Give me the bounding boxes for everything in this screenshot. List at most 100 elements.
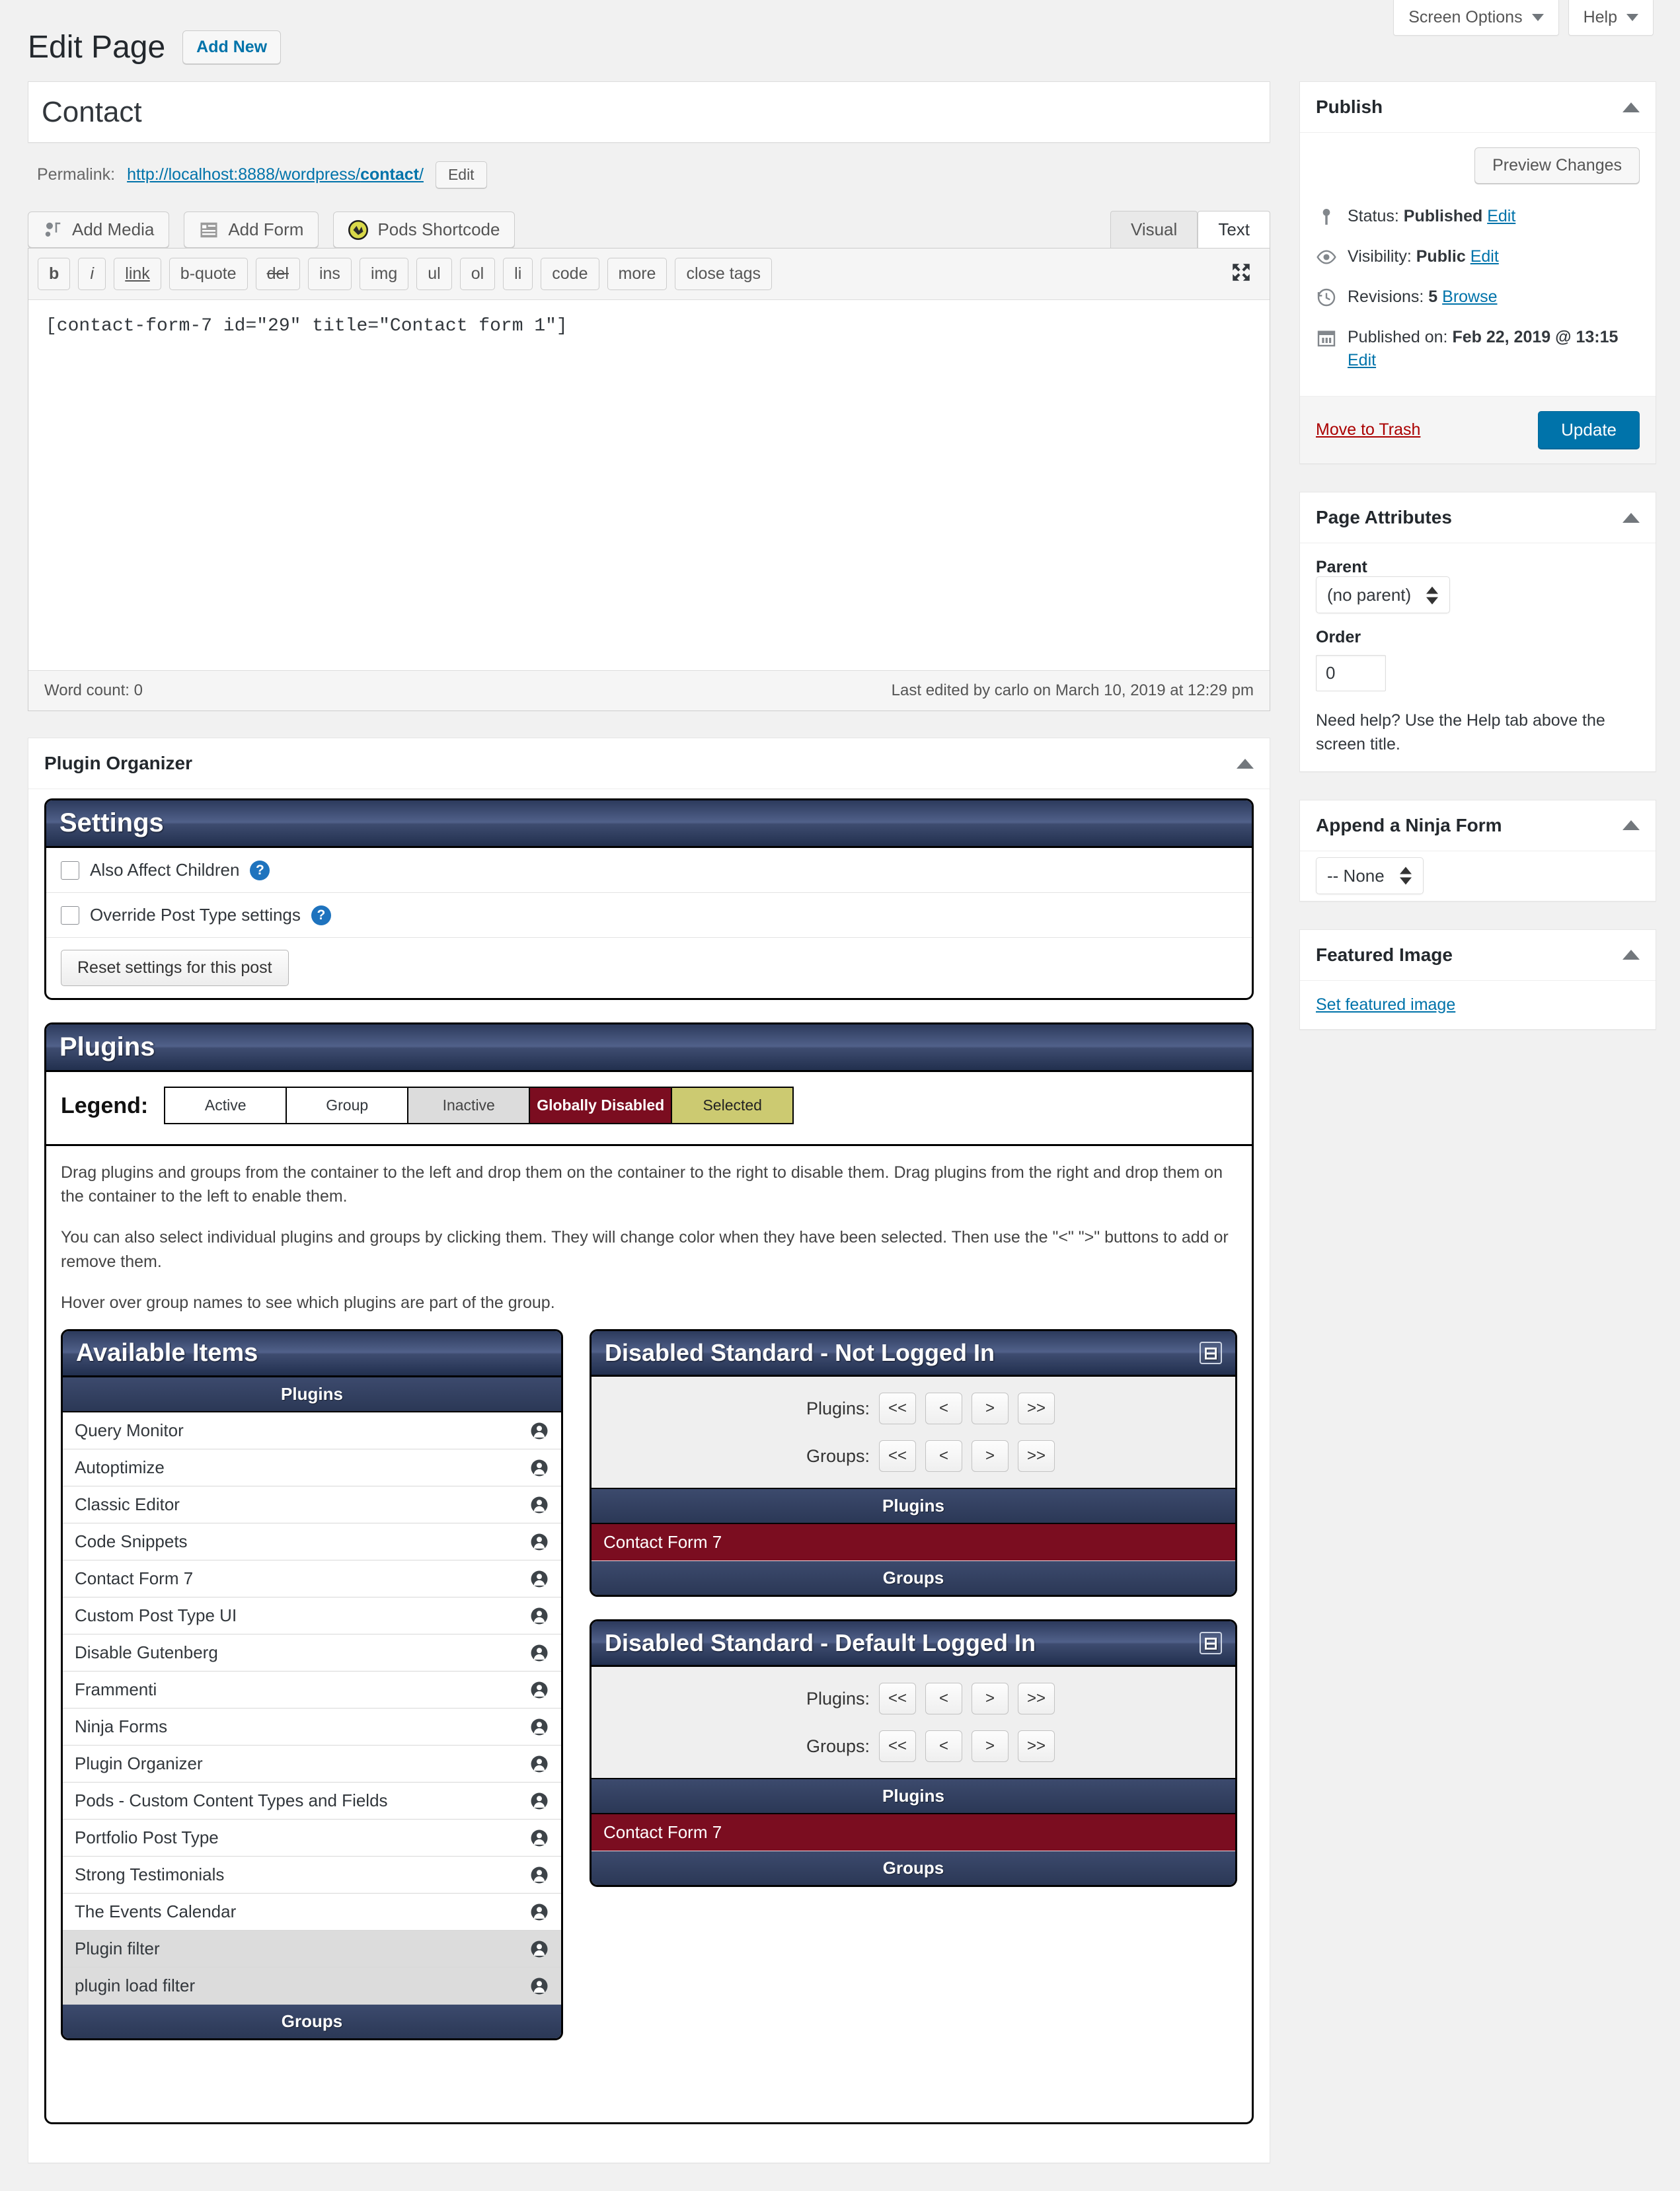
- chevron-up-icon[interactable]: [1623, 950, 1640, 960]
- chevron-up-icon[interactable]: [1237, 758, 1254, 769]
- chevron-up-icon[interactable]: [1623, 512, 1640, 523]
- pin-icon: [1322, 209, 1330, 225]
- order-input[interactable]: 0: [1316, 655, 1386, 691]
- parent-select[interactable]: (no parent): [1316, 576, 1451, 613]
- update-button[interactable]: Update: [1538, 411, 1640, 449]
- quicktag-li[interactable]: li: [503, 258, 533, 290]
- move-plugins-last-button[interactable]: >>: [1018, 1393, 1055, 1424]
- list-item[interactable]: Contact Form 7: [592, 1524, 1235, 1561]
- screen-options-button[interactable]: Screen Options: [1393, 0, 1559, 36]
- help-icon[interactable]: ?: [250, 860, 270, 880]
- list-item[interactable]: Ninja Forms: [63, 1709, 561, 1746]
- tab-visual[interactable]: Visual: [1110, 211, 1198, 248]
- visibility-edit-link[interactable]: Edit: [1470, 247, 1499, 266]
- user-icon: [531, 1903, 548, 1920]
- quicktag-code[interactable]: code: [541, 258, 599, 290]
- list-item[interactable]: Classic Editor: [63, 1486, 561, 1523]
- list-item[interactable]: Query Monitor: [63, 1412, 561, 1449]
- help-button[interactable]: Help: [1568, 0, 1654, 36]
- page-attributes-header[interactable]: Page Attributes: [1300, 492, 1656, 543]
- move-plugins-next-button[interactable]: >: [972, 1393, 1009, 1424]
- move-to-trash-link[interactable]: Move to Trash: [1316, 420, 1420, 440]
- po-override-post-type-row[interactable]: Override Post Type settings ?: [46, 893, 1252, 938]
- quicktag-ul[interactable]: ul: [416, 258, 452, 290]
- move-plugins-first-button[interactable]: <<: [879, 1393, 916, 1424]
- quicktag-del[interactable]: del: [255, 258, 300, 290]
- move-groups-prev-button[interactable]: <: [925, 1440, 962, 1472]
- add-new-button[interactable]: Add New: [182, 30, 282, 64]
- quicktag-i[interactable]: i: [78, 258, 106, 290]
- move-groups-first-button[interactable]: <<: [879, 1440, 916, 1472]
- chevron-up-icon[interactable]: [1623, 102, 1640, 112]
- list-item[interactable]: Plugin filter: [63, 1931, 561, 1968]
- list-item[interactable]: Pods - Custom Content Types and Fields: [63, 1783, 561, 1820]
- quicktag-ol[interactable]: ol: [459, 258, 496, 290]
- fullscreen-icon[interactable]: [1230, 261, 1252, 287]
- ninja-form-header[interactable]: Append a Ninja Form: [1300, 800, 1656, 851]
- list-item[interactable]: Portfolio Post Type: [63, 1820, 561, 1857]
- tab-text[interactable]: Text: [1198, 211, 1270, 248]
- list-item[interactable]: Contact Form 7: [592, 1814, 1235, 1851]
- media-buttons: Add Media Add Form Pods Shortcode: [28, 211, 515, 248]
- move-groups-prev-button[interactable]: <: [925, 1730, 962, 1762]
- collapse-icon[interactable]: ⊟: [1200, 1342, 1222, 1364]
- preview-changes-button[interactable]: Preview Changes: [1474, 147, 1640, 184]
- editor-content-textarea[interactable]: [contact-form-7 id="29" title="Contact f…: [28, 300, 1270, 670]
- permalink-link[interactable]: http://localhost:8888/wordpress/contact/: [127, 165, 424, 184]
- chevron-up-icon[interactable]: [1623, 820, 1640, 830]
- help-icon[interactable]: ?: [311, 905, 331, 925]
- quicktag-b[interactable]: b: [38, 258, 71, 290]
- drop-zone-spacer[interactable]: [590, 1909, 1237, 2108]
- legend-selected: Selected: [671, 1087, 794, 1124]
- move-plugins-prev-button[interactable]: <: [925, 1393, 962, 1424]
- add-media-button[interactable]: Add Media: [28, 211, 170, 248]
- quicktag-ins[interactable]: ins: [307, 258, 352, 290]
- eye-icon: [1317, 250, 1336, 264]
- pods-shortcode-button[interactable]: Pods Shortcode: [333, 211, 515, 248]
- revisions-browse-link[interactable]: Browse: [1442, 288, 1497, 306]
- move-groups-last-button[interactable]: >>: [1018, 1440, 1055, 1472]
- collapse-icon[interactable]: ⊟: [1200, 1632, 1222, 1654]
- move-groups-last-button[interactable]: >>: [1018, 1730, 1055, 1762]
- publish-header[interactable]: Publish: [1300, 82, 1656, 133]
- move-groups-next-button[interactable]: >: [972, 1730, 1009, 1762]
- quicktag-close-tags[interactable]: close tags: [675, 258, 773, 290]
- list-item[interactable]: The Events Calendar: [63, 1894, 561, 1931]
- publish-actions: Move to Trash Update: [1300, 396, 1656, 463]
- list-item[interactable]: plugin load filter: [63, 1968, 561, 2005]
- po-also-affect-children-row[interactable]: Also Affect Children ?: [46, 848, 1252, 893]
- add-form-button[interactable]: Add Form: [184, 211, 319, 248]
- featured-image-header[interactable]: Featured Image: [1300, 930, 1656, 981]
- move-plugins-next-button[interactable]: >: [972, 1683, 1009, 1714]
- reset-settings-button[interactable]: Reset settings for this post: [61, 950, 289, 986]
- list-item[interactable]: Strong Testimonials: [63, 1857, 561, 1894]
- move-groups-first-button[interactable]: <<: [879, 1730, 916, 1762]
- quicktag-link[interactable]: link: [114, 258, 161, 290]
- list-item[interactable]: Autoptimize: [63, 1449, 561, 1486]
- edit-permalink-button[interactable]: Edit: [435, 161, 487, 188]
- user-icon: [531, 1755, 548, 1772]
- list-item[interactable]: Code Snippets: [63, 1523, 561, 1560]
- move-plugins-last-button[interactable]: >>: [1018, 1683, 1055, 1714]
- set-featured-image-link[interactable]: Set featured image: [1316, 995, 1455, 1014]
- quicktag-more[interactable]: more: [607, 258, 668, 290]
- list-item[interactable]: Contact Form 7: [63, 1560, 561, 1597]
- ninja-form-title: Append a Ninja Form: [1316, 814, 1502, 835]
- post-title-field[interactable]: Contact: [28, 81, 1270, 143]
- quicktag-img[interactable]: img: [359, 258, 409, 290]
- status-edit-link[interactable]: Edit: [1487, 207, 1515, 225]
- list-item[interactable]: Plugin Organizer: [63, 1746, 561, 1783]
- move-plugins-prev-button[interactable]: <: [925, 1683, 962, 1714]
- move-groups-next-button[interactable]: >: [972, 1440, 1009, 1472]
- list-item[interactable]: Disable Gutenberg: [63, 1634, 561, 1672]
- ninja-form-select[interactable]: -- None: [1316, 857, 1424, 894]
- move-plugins-first-button[interactable]: <<: [879, 1683, 916, 1714]
- list-item[interactable]: Custom Post Type UI: [63, 1597, 561, 1634]
- list-item[interactable]: Frammenti: [63, 1672, 561, 1709]
- also-affect-children-checkbox[interactable]: [61, 861, 79, 880]
- published-edit-link[interactable]: Edit: [1348, 351, 1376, 369]
- quicktag-b-quote[interactable]: b-quote: [169, 258, 248, 290]
- override-post-type-checkbox[interactable]: [61, 905, 79, 925]
- plugin-organizer-header[interactable]: Plugin Organizer: [28, 738, 1270, 789]
- available-items-column: Available Items Plugins Query Monitor Au…: [61, 1329, 563, 2040]
